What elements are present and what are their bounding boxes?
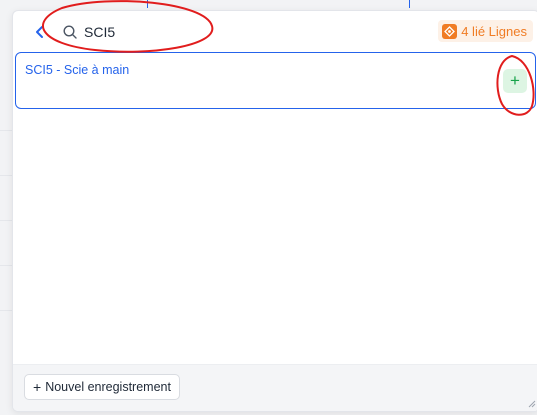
- resize-handle-icon[interactable]: [528, 400, 536, 408]
- plus-icon: +: [33, 379, 42, 395]
- background-gridline: [0, 130, 12, 131]
- background-gridline: [0, 175, 12, 176]
- background-gridline: [0, 220, 12, 221]
- background-divider: [147, 0, 148, 8]
- page: 4 lié Lignes SCI5 - Scie à main + + Nouv…: [0, 0, 537, 415]
- plus-icon: +: [510, 71, 520, 90]
- background-gridline: [0, 310, 12, 311]
- result-item-label: SCI5 - Scie à main: [25, 63, 130, 77]
- new-record-label: Nouvel enregistrement: [45, 380, 171, 394]
- background-gridline: [0, 265, 12, 266]
- search-input[interactable]: [84, 19, 384, 45]
- background-divider: [409, 0, 410, 8]
- search-bar: 4 lié Lignes: [13, 11, 537, 53]
- add-button[interactable]: +: [503, 69, 527, 93]
- lookup-popup: 4 lié Lignes SCI5 - Scie à main + + Nouv…: [12, 10, 537, 412]
- search-icon: [63, 25, 77, 39]
- linked-lines-badge[interactable]: 4 lié Lignes: [438, 20, 533, 42]
- result-item[interactable]: SCI5 - Scie à main +: [15, 52, 536, 109]
- linked-lines-label: 4 lié Lignes: [461, 23, 527, 39]
- linked-lines-icon: [442, 23, 458, 39]
- back-arrow-icon[interactable]: [33, 25, 47, 39]
- new-record-button[interactable]: + Nouvel enregistrement: [24, 374, 180, 400]
- footer: + Nouvel enregistrement: [13, 364, 537, 411]
